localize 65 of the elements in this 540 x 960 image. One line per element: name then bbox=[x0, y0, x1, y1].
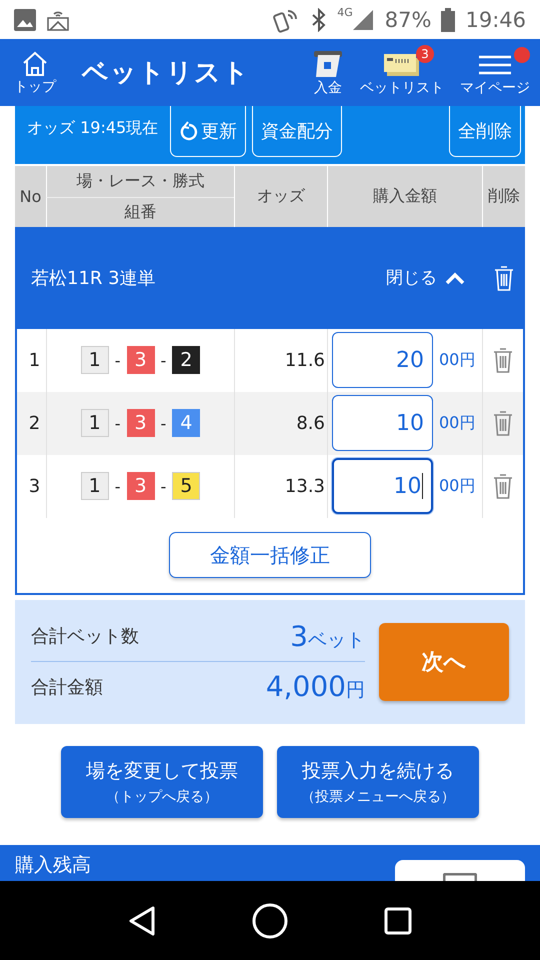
separator: - bbox=[114, 350, 120, 370]
refresh-icon bbox=[179, 120, 200, 141]
total-amount-label: 合計金額 bbox=[31, 676, 103, 699]
row-number: 3 bbox=[28, 474, 42, 499]
bluetooth-icon bbox=[311, 8, 328, 32]
boat-number: 3 bbox=[126, 472, 154, 500]
chevron-up-icon bbox=[445, 270, 465, 285]
collapse-toggle[interactable]: 閉じる bbox=[380, 265, 471, 290]
odds-time: オッズ 19:45現在 bbox=[27, 118, 158, 140]
back-icon[interactable] bbox=[128, 904, 156, 937]
amount-input[interactable]: 10 bbox=[332, 458, 433, 514]
separator: - bbox=[160, 476, 166, 496]
boat-number: 2 bbox=[172, 346, 200, 374]
race-title: 若松11R 3連単 bbox=[31, 266, 156, 290]
delete-row-icon[interactable] bbox=[492, 472, 514, 500]
amount-unit: 00円 bbox=[439, 350, 476, 371]
home-icon bbox=[21, 50, 49, 78]
delete-row-icon[interactable] bbox=[492, 409, 514, 438]
battery-icon bbox=[441, 8, 456, 32]
boat-number: 5 bbox=[172, 472, 200, 500]
total-amount-value: 4,000円 bbox=[266, 670, 365, 704]
image-icon bbox=[14, 8, 36, 31]
delete-group-icon[interactable] bbox=[493, 264, 515, 292]
signal-icon bbox=[350, 8, 375, 32]
recents-icon[interactable] bbox=[384, 906, 412, 935]
amount-input[interactable]: 10 bbox=[332, 395, 433, 452]
delete-all-button[interactable]: 全削除 bbox=[449, 106, 521, 157]
navigation-button[interactable]: 投票入力を続ける （投票メニューへ戻る） bbox=[277, 746, 479, 818]
boat-number: 4 bbox=[172, 409, 200, 438]
bet-count-label: 合計ベット数 bbox=[31, 625, 139, 648]
atm-card-icon bbox=[312, 48, 344, 79]
page-title: ベットリスト bbox=[82, 57, 250, 90]
separator: - bbox=[114, 476, 120, 496]
network-label: 4G bbox=[337, 6, 353, 19]
column-header: No bbox=[18, 186, 42, 208]
battery-percent: 87% bbox=[384, 8, 432, 32]
delete-row-icon[interactable] bbox=[492, 346, 514, 374]
row-number: 2 bbox=[28, 412, 42, 436]
clock-time: 19:46 bbox=[465, 8, 526, 32]
bulk-edit-button[interactable]: 金額一括修正 bbox=[169, 532, 371, 578]
count-badge: 3 bbox=[416, 44, 434, 63]
amount-unit: 00円 bbox=[439, 476, 476, 497]
bet-count-value: 3ベット bbox=[290, 620, 365, 653]
boat-number: 1 bbox=[80, 409, 109, 438]
boat-number: 1 bbox=[80, 472, 109, 500]
boat-number: 1 bbox=[80, 346, 109, 374]
deposit-nav-item[interactable]: 入金 bbox=[312, 48, 344, 97]
next-button[interactable]: 次へ bbox=[379, 622, 509, 701]
boat-number: 3 bbox=[126, 409, 154, 438]
column-header: 場・レース・勝式 bbox=[46, 166, 234, 197]
navigation-button[interactable]: 場を変更して投票 （トップへ戻る） bbox=[61, 746, 263, 818]
separator: - bbox=[160, 350, 166, 370]
balance-label: 購入残高 bbox=[15, 852, 91, 878]
home-icon[interactable] bbox=[250, 902, 289, 940]
refresh-button[interactable]: 更新 bbox=[170, 106, 246, 157]
amount-input[interactable]: 20 bbox=[332, 332, 433, 388]
menu-nav-item[interactable]: マイページ bbox=[460, 48, 530, 97]
home-nav-item[interactable]: トップ bbox=[14, 50, 56, 96]
odds-cell: 13.3 bbox=[234, 454, 327, 518]
amount-unit: 00円 bbox=[439, 412, 476, 434]
separator: - bbox=[114, 414, 120, 433]
boat-number: 3 bbox=[126, 346, 154, 374]
allocate-button[interactable]: 資金配分 bbox=[252, 106, 342, 157]
separator: - bbox=[160, 414, 166, 433]
row-number: 1 bbox=[28, 348, 42, 373]
